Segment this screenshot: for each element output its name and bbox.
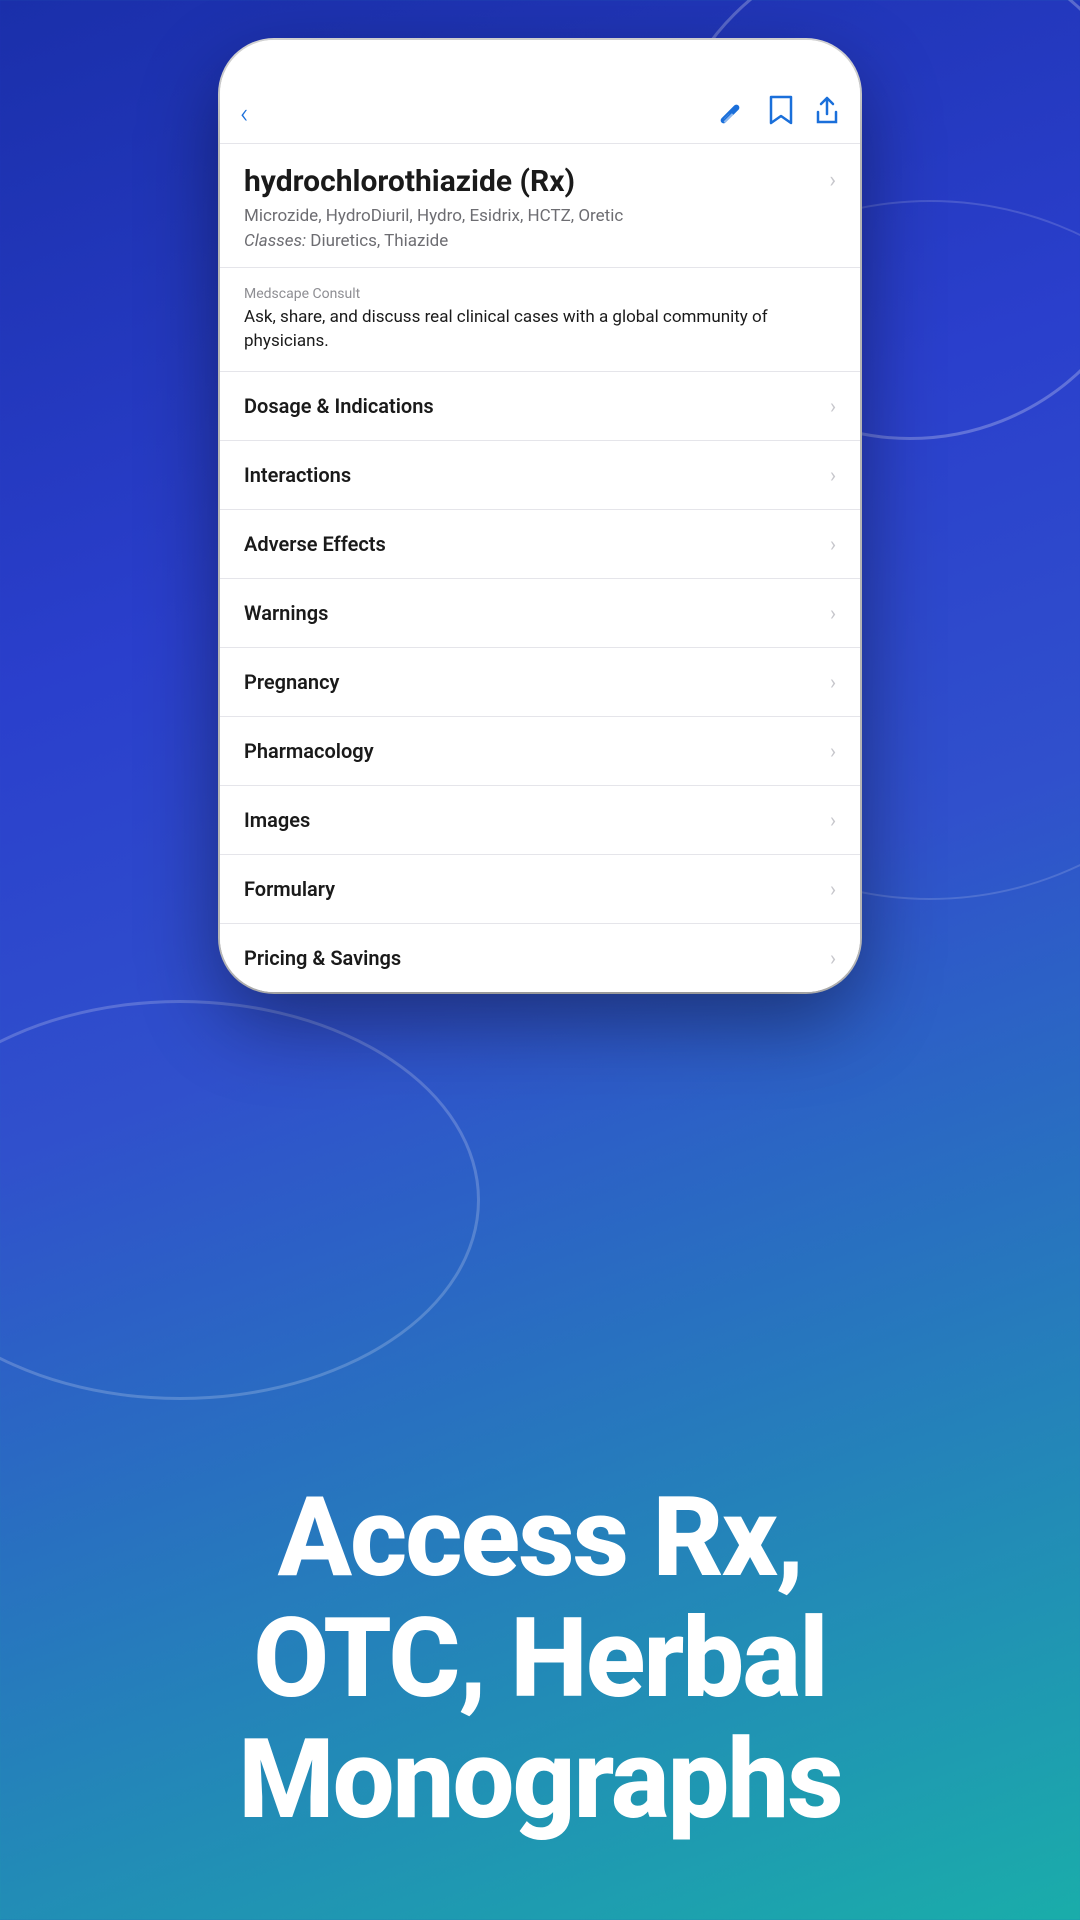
back-button[interactable]: ‹ bbox=[240, 97, 248, 130]
drug-chevron-icon: › bbox=[829, 168, 836, 193]
menu-item-chevron-warnings: › bbox=[830, 601, 836, 625]
menu-item-dosage[interactable]: Dosage & Indications › bbox=[220, 372, 860, 441]
consult-text: Ask, share, and discuss real clinical ca… bbox=[244, 306, 836, 354]
bg-decoration-2 bbox=[0, 1000, 480, 1400]
classes-value: Diuretics, Thiazide bbox=[310, 231, 448, 251]
share-icon[interactable] bbox=[814, 94, 840, 133]
bottom-line-1: Access Rx, bbox=[60, 1477, 1020, 1598]
menu-item-chevron-images: › bbox=[830, 808, 836, 832]
menu-item-chevron-pharmacology: › bbox=[830, 739, 836, 763]
menu-item-label-pregnancy: Pregnancy bbox=[244, 670, 339, 694]
status-bar bbox=[220, 40, 860, 84]
nav-actions bbox=[712, 94, 840, 133]
menu-item-images[interactable]: Images › bbox=[220, 786, 860, 855]
menu-item-label-formulary: Formulary bbox=[244, 877, 335, 901]
menu-item-label-interactions: Interactions bbox=[244, 463, 351, 487]
menu-item-label-warnings: Warnings bbox=[244, 601, 328, 625]
classes-label: Classes: bbox=[244, 231, 306, 251]
menu-list: Dosage & Indications›Interactions›Advers… bbox=[220, 372, 860, 992]
menu-item-interactions[interactable]: Interactions › bbox=[220, 441, 860, 510]
bottom-line-2: OTC, Herbal bbox=[60, 1598, 1020, 1719]
drug-icon[interactable] bbox=[712, 96, 748, 132]
menu-item-label-pharmacology: Pharmacology bbox=[244, 739, 374, 763]
menu-item-pregnancy[interactable]: Pregnancy › bbox=[220, 648, 860, 717]
menu-item-label-adverse-effects: Adverse Effects bbox=[244, 532, 386, 556]
menu-item-pricing[interactable]: Pricing & Savings › bbox=[220, 924, 860, 992]
menu-item-chevron-adverse-effects: › bbox=[830, 532, 836, 556]
phone-mockup: ‹ bbox=[220, 40, 860, 992]
menu-item-chevron-pricing: › bbox=[830, 946, 836, 970]
bookmark-icon[interactable] bbox=[768, 94, 794, 133]
drug-aliases: Microzide, HydroDiuril, Hydro, Esidrix, … bbox=[244, 205, 836, 229]
menu-item-chevron-formulary: › bbox=[830, 877, 836, 901]
menu-item-adverse-effects[interactable]: Adverse Effects › bbox=[220, 510, 860, 579]
menu-item-warnings[interactable]: Warnings › bbox=[220, 579, 860, 648]
menu-item-chevron-pregnancy: › bbox=[830, 670, 836, 694]
bottom-text-block: Access Rx, OTC, Herbal Monographs bbox=[0, 1477, 1080, 1840]
phone-frame: ‹ bbox=[220, 40, 860, 992]
menu-item-label-pricing: Pricing & Savings bbox=[244, 946, 401, 970]
consult-banner[interactable]: Medscape Consult Ask, share, and discuss… bbox=[220, 268, 860, 373]
menu-item-label-dosage: Dosage & Indications bbox=[244, 394, 434, 418]
menu-item-pharmacology[interactable]: Pharmacology › bbox=[220, 717, 860, 786]
phone-screen: ‹ bbox=[220, 40, 860, 992]
nav-header: ‹ bbox=[220, 84, 860, 144]
drug-header: hydrochlorothiazide (Rx) › Microzide, Hy… bbox=[220, 144, 860, 268]
drug-classes: Classes: Diuretics, Thiazide bbox=[244, 231, 836, 251]
drug-title-row: hydrochlorothiazide (Rx) › bbox=[244, 164, 836, 199]
menu-item-chevron-interactions: › bbox=[830, 463, 836, 487]
menu-item-label-images: Images bbox=[244, 808, 310, 832]
menu-item-formulary[interactable]: Formulary › bbox=[220, 855, 860, 924]
drug-name: hydrochlorothiazide (Rx) bbox=[244, 164, 829, 199]
menu-item-chevron-dosage: › bbox=[830, 394, 836, 418]
consult-label: Medscape Consult bbox=[244, 286, 836, 302]
bottom-line-3: Monographs bbox=[60, 1719, 1020, 1840]
